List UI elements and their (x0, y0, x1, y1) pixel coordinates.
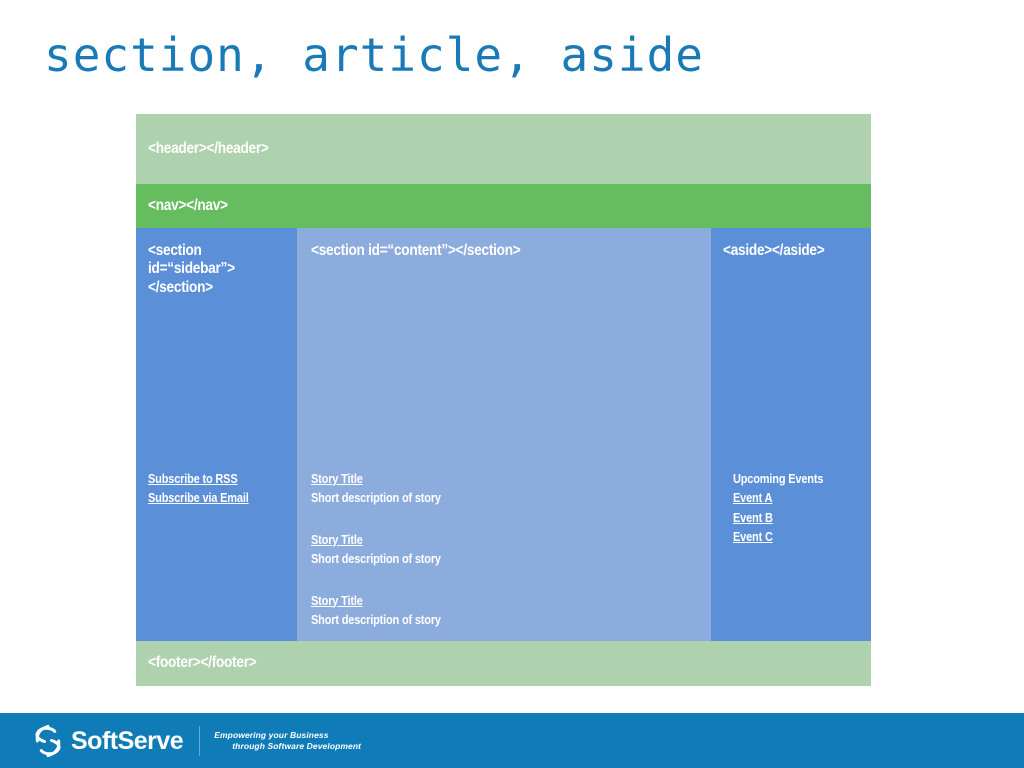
story-list: Story Title Short description of story S… (311, 470, 459, 630)
tagline-line-2: through Software Development (232, 741, 362, 751)
upcoming-events-heading: Upcoming Events (733, 472, 824, 486)
story-description: Short description of story (311, 491, 441, 506)
sidebar-link-email[interactable]: Subscribe via Email (148, 489, 249, 508)
diagram-block-aside: <aside></aside> Upcoming Events Event A … (711, 228, 871, 641)
footer-block-label: <footer></footer> (148, 654, 257, 671)
brand-footer-bar: SoftServe Empowering your Business throu… (0, 713, 1024, 768)
story-item: Story Title Short description of story (311, 592, 459, 631)
story-title[interactable]: Story Title (311, 531, 441, 550)
sidebar-link-list: Subscribe to RSS Subscribe via Email (148, 470, 262, 509)
diagram-block-content: <section id=“content”></section> Story T… (297, 228, 711, 641)
softserve-logo: SoftServe Empowering your Business throu… (30, 722, 361, 760)
event-link-a[interactable]: Event A (733, 489, 823, 508)
brand-divider (199, 726, 201, 756)
diagram-block-header: <header></header> (136, 114, 871, 184)
story-title[interactable]: Story Title (311, 470, 441, 489)
upcoming-events-list: Upcoming Events Event A Event B Event C (733, 470, 836, 548)
sidebar-link-rss[interactable]: Subscribe to RSS (148, 470, 249, 489)
story-item: Story Title Short description of story (311, 470, 459, 509)
nav-block-label: <nav></nav> (148, 197, 228, 214)
tagline-line-1: Empowering your Business (214, 729, 329, 740)
story-item: Story Title Short description of story (311, 531, 459, 570)
softserve-wordmark: SoftServe (71, 726, 184, 755)
page-title: section, article, aside (44, 28, 704, 82)
diagram-block-sidebar: <section id=“sidebar”></section> Subscri… (136, 228, 297, 641)
softserve-s-mark-icon (35, 724, 61, 758)
html5-layout-diagram: <header></header> <nav></nav> <section i… (136, 114, 871, 686)
story-description: Short description of story (311, 552, 441, 567)
event-link-c[interactable]: Event C (733, 528, 823, 547)
event-link-b[interactable]: Event B (733, 509, 823, 528)
diagram-block-footer: <footer></footer> (136, 641, 871, 686)
story-description: Short description of story (311, 612, 441, 627)
brand-tagline: Empowering your Business through Softwar… (214, 730, 361, 753)
content-block-label: <section id=“content”></section> (311, 242, 521, 259)
header-block-label: <header></header> (148, 140, 269, 157)
aside-block-label: <aside></aside> (723, 242, 825, 259)
sidebar-block-label: <section id=“sidebar”></section> (148, 242, 235, 296)
diagram-block-nav: <nav></nav> (136, 184, 871, 228)
story-title[interactable]: Story Title (311, 592, 441, 611)
diagram-columns: <section id=“sidebar”></section> Subscri… (136, 228, 871, 641)
